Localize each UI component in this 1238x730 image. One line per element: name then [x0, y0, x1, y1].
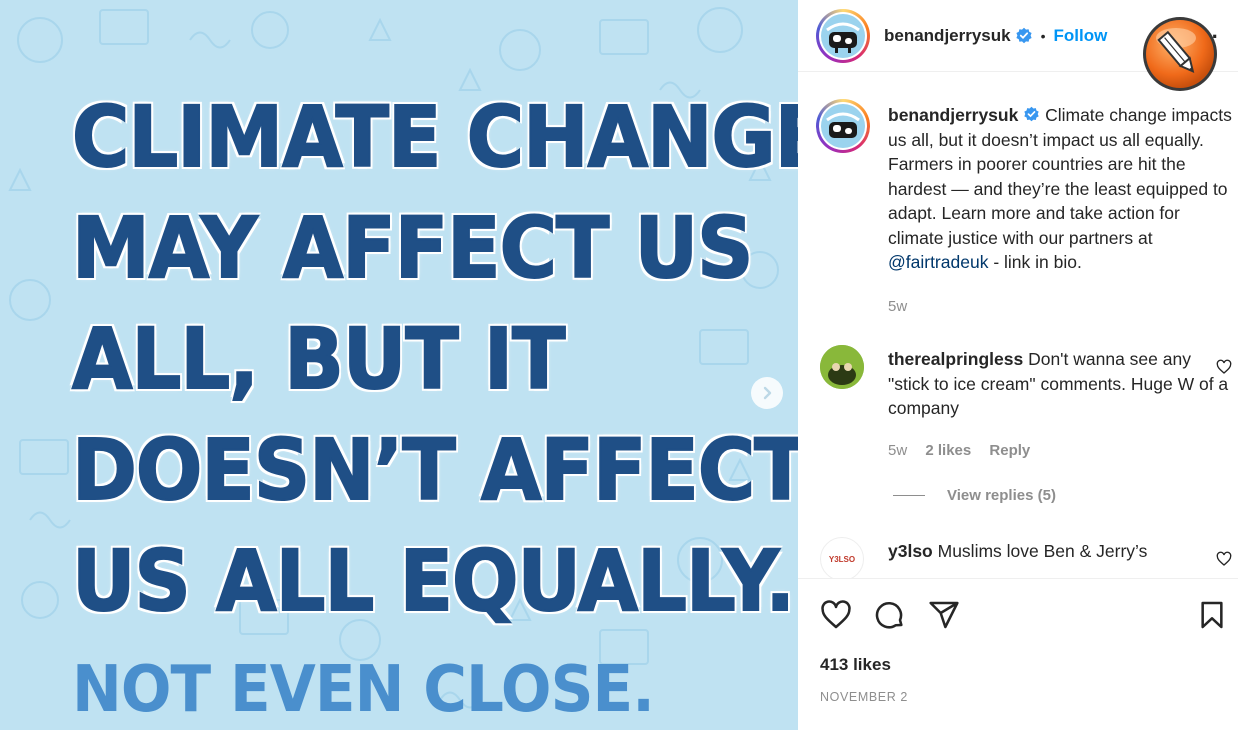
save-bookmark-icon[interactable] — [1196, 599, 1228, 631]
cow-logo-icon — [826, 22, 860, 53]
comment-likes[interactable]: 2 likes — [925, 442, 971, 459]
like-heart-icon[interactable] — [820, 599, 852, 631]
verified-badge-icon — [1024, 106, 1039, 122]
replies-divider — [893, 495, 925, 496]
commenter-username[interactable]: therealpringless — [888, 349, 1023, 369]
commenter-avatar[interactable]: Y3LSO — [820, 537, 864, 578]
post-image[interactable]: CLIMATE CHANGE MAY AFFECT US ALL, BUT IT… — [0, 0, 798, 730]
comment-text: Muslims love Ben & Jerry’s — [937, 541, 1148, 561]
reply-button[interactable]: Reply — [989, 442, 1030, 459]
headline-line: DOESN’T AFFECT — [71, 420, 798, 520]
header-username[interactable]: benandjerrysuk — [884, 26, 1011, 46]
caption-username[interactable]: benandjerrysuk — [888, 105, 1018, 125]
headline-line: US ALL EQUALLY. — [71, 531, 796, 631]
likes-count[interactable]: 413 likes — [820, 655, 891, 675]
comments-list[interactable]: benandjerrysuk Climate change impacts us… — [798, 73, 1238, 578]
post-subline: NOT EVEN CLOSE. — [72, 653, 655, 727]
share-paper-plane-icon[interactable] — [928, 599, 960, 631]
like-comment-heart-icon[interactable] — [1216, 359, 1232, 375]
view-replies-button[interactable]: View replies (5) — [893, 487, 1056, 504]
caption-time[interactable]: 5w — [888, 295, 1233, 320]
headline-line: CLIMATE CHANGE — [71, 87, 798, 187]
view-replies-label: View replies (5) — [947, 487, 1056, 504]
commenter-avatar[interactable] — [820, 345, 864, 389]
verified-badge-icon — [1016, 27, 1032, 43]
post-side-panel: benandjerrysuk • Follow ··· — [798, 0, 1238, 730]
mention-link[interactable]: @fairtradeuk — [888, 252, 988, 272]
commenter-username[interactable]: y3lso — [888, 541, 933, 561]
chevron-right-icon — [763, 386, 772, 400]
comment-body: therealpringless Don't wanna see any "st… — [888, 347, 1233, 463]
separator-dot: • — [1040, 27, 1046, 44]
headline-line: MAY AFFECT US — [71, 198, 754, 298]
follow-button[interactable]: Follow — [1054, 26, 1108, 46]
post-actions: 413 likes NOVEMBER 2 — [798, 578, 1238, 730]
post-headline: CLIMATE CHANGE MAY AFFECT US ALL, BUT IT… — [71, 82, 798, 637]
caption-body: Climate change impacts us all, but it do… — [888, 105, 1232, 248]
avatar-image-icon — [820, 345, 864, 389]
avatar[interactable] — [816, 8, 870, 63]
next-image-button[interactable] — [751, 377, 783, 409]
post-date[interactable]: NOVEMBER 2 — [820, 690, 908, 704]
caption-body-end: - link in bio. — [988, 252, 1082, 272]
caption-text: benandjerrysuk Climate change impacts us… — [888, 103, 1233, 319]
action-icons — [820, 599, 960, 631]
comment-time[interactable]: 5w — [888, 442, 907, 459]
comment-body: y3lso Muslims love Ben & Jerry’s — [888, 539, 1233, 564]
headline-line: ALL, BUT IT — [71, 309, 566, 409]
cow-logo-icon — [826, 112, 860, 138]
caption-avatar[interactable] — [816, 99, 870, 153]
comment-meta: 5w 2 likes Reply — [888, 439, 1233, 464]
like-comment-heart-icon[interactable] — [1216, 551, 1232, 567]
comment-bubble-icon[interactable] — [874, 599, 906, 631]
avatar-text: Y3LSO — [828, 554, 856, 564]
